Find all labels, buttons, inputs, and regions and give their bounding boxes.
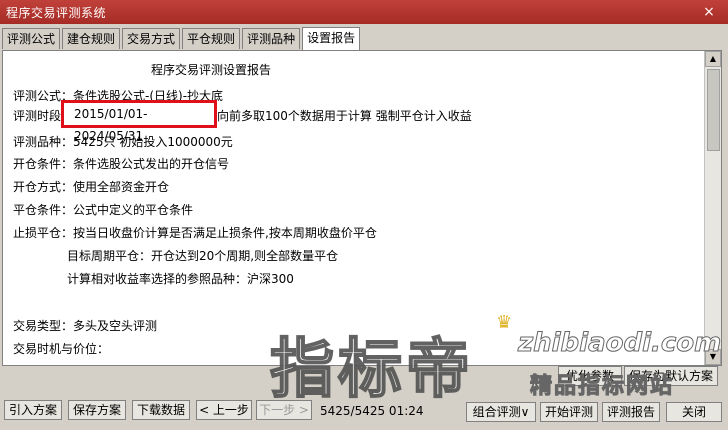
eval-report-button[interactable]: 评测报告 [602,402,660,422]
download-data-button[interactable]: 下载数据 [132,400,190,420]
period-rest: 向前多取100个数据用于计算 强制平仓计入收益 [217,109,472,123]
save-plan-button[interactable]: 保存方案 [68,400,126,420]
watermark-url: zhibiaodi.com [517,328,722,359]
benchmark-line: 计算相对收益率选择的参照品种：沪深300 [67,272,294,286]
scroll-thumb[interactable] [707,69,720,151]
vertical-scrollbar[interactable]: ▲ ▼ [704,51,721,365]
tab-settings-report[interactable]: 设置报告 [302,27,361,50]
close-icon[interactable]: × [700,3,718,21]
tab-bar: 评测公式 建仓规则 交易方式 平仓规则 评测品种 设置报告 [2,27,362,50]
close-button[interactable]: 关闭 [666,402,722,422]
watermark-subtitle: 精品指标网站 [529,374,675,400]
window-title: 程序交易评测系统 [6,5,107,20]
start-eval-button[interactable]: 开始评测 [540,402,598,422]
stop-loss-line: 止损平仓：按当日收盘价计算是否满足止损条件,按本周期收盘价平仓 [13,226,377,240]
trade-timing-line: 交易时机与价位： [13,342,110,356]
tab-trade-mode[interactable]: 交易方式 [122,28,181,49]
tab-variety[interactable]: 评测品种 [242,28,301,49]
tab-close-rule[interactable]: 平仓规则 [182,28,241,49]
progress-counter: 5425/5425 01:24 [320,404,424,418]
variety-line: 评测品种：5425只 初始投入1000000元 [13,135,233,149]
scroll-up-icon[interactable]: ▲ [705,51,721,67]
next-step-button[interactable]: 下一步 > [256,400,312,420]
period-value-highlight: 2015/01/01-2024/05/31 [61,100,217,143]
period-label: 评测时段 [13,109,62,123]
open-condition-line: 开仓条件：条件选股公式发出的开仓信号 [13,157,230,171]
target-period-line: 目标周期平仓：开仓达到20个周期,则全部数量平仓 [67,249,339,263]
import-plan-button[interactable]: 引入方案 [4,400,62,420]
close-condition-line: 平仓条件：公式中定义的平仓条件 [13,203,194,217]
open-mode-line: 开仓方式：使用全部资金开仓 [13,180,170,194]
watermark-logo: 指标帝 [269,332,474,408]
report-title: 程序交易评测设置报告 [151,63,272,77]
tab-build-rule[interactable]: 建仓规则 [62,28,121,49]
combo-eval-button[interactable]: 组合评测∨ [466,402,536,422]
prev-step-button[interactable]: < 上一步 [196,400,252,420]
crown-icon: ♛ [496,312,513,333]
trade-type-line: 交易类型：多头及空头评测 [13,319,158,333]
title-bar: 程序交易评测系统 × [0,0,728,24]
tab-formula[interactable]: 评测公式 [2,28,61,49]
